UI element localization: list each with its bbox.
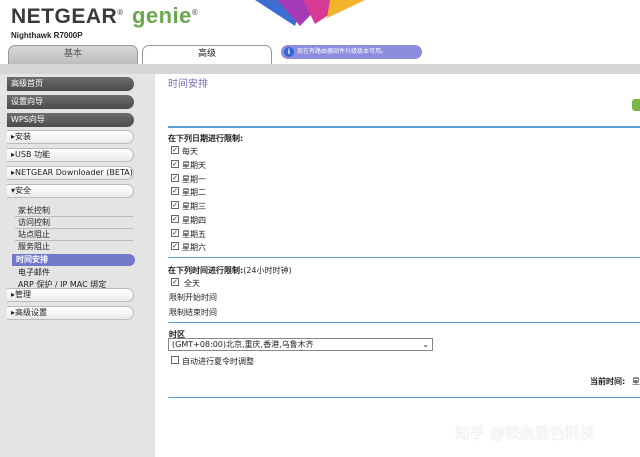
day-label-sunday: 星期天 (182, 161, 206, 170)
day-label-every-day: 每天 (182, 147, 198, 156)
day-label-friday: 星期五 (182, 230, 206, 239)
sidebar-item-downloader[interactable]: ▸NETGEAR Downloader (BETA) (7, 166, 134, 180)
time-heading: 在下列时间进行限制:(24小时时钟) (168, 266, 292, 275)
day-label-tuesday: 星期二 (182, 188, 206, 197)
sidebar-item-email[interactable]: 电子邮件 (18, 267, 50, 278)
days-heading: 在下列日期进行限制: (168, 134, 244, 143)
tab-band (0, 64, 640, 74)
all-day-label: 全天 (184, 279, 200, 288)
checkbox-saturday[interactable]: ✓ (171, 242, 179, 250)
checkbox-friday[interactable]: ✓ (171, 229, 179, 237)
current-time-value: 星 (632, 377, 640, 386)
day-label-wednesday: 星期三 (182, 202, 206, 211)
section-divider (168, 257, 640, 258)
section-divider (168, 126, 640, 128)
sidebar-item-usb[interactable]: ▸USB 功能 (7, 148, 134, 162)
checkbox-every-day[interactable]: ✓ (171, 146, 179, 154)
checkbox-all-day[interactable]: ✓ (171, 278, 179, 286)
current-time-label: 当前时间: (590, 377, 626, 386)
sidebar-item-wps-wizard[interactable]: WPS向导 (7, 113, 134, 127)
sidebar-item-block-sites[interactable]: 站点阻止 (18, 229, 50, 240)
sidebar-item-security[interactable]: ▾安全 (7, 184, 134, 198)
sidebar-item-access-control[interactable]: 访问控制 (18, 217, 50, 228)
tab-advanced[interactable]: 高级 (142, 45, 272, 64)
timezone-select[interactable]: (GMT+08:00)北京,重庆,香港,乌鲁木齐 ⌄ (168, 338, 433, 351)
genie-graphic-icon (255, 0, 365, 26)
sidebar-item-parental-control[interactable]: 家长控制 (18, 205, 50, 216)
day-label-thursday: 星期四 (182, 216, 206, 225)
day-label-saturday: 星期六 (182, 243, 206, 252)
sidebar-item-block-services[interactable]: 服务阻止 (18, 241, 50, 252)
netgear-genie-logo: NETGEAR® genie® (11, 3, 199, 28)
sidebar-item-management[interactable]: ▸管理 (7, 288, 134, 302)
apply-button[interactable] (632, 99, 640, 111)
sidebar: 高级首页 设置向导 WPS向导 ▸安装 ▸USB 功能 ▸NETGEAR Dow… (0, 74, 155, 457)
section-divider (168, 397, 640, 398)
day-label-monday: 星期一 (182, 175, 206, 184)
checkbox-wednesday[interactable]: ✓ (171, 201, 179, 209)
chevron-down-icon: ⌄ (422, 340, 429, 349)
sidebar-item-schedule[interactable]: 时间安排 (12, 254, 135, 266)
start-time-label: 限制开始时间 (169, 293, 217, 302)
sidebar-item-advanced-home[interactable]: 高级首页 (7, 77, 134, 91)
info-icon: i (284, 47, 294, 57)
checkbox-monday[interactable]: ✓ (171, 174, 179, 182)
tab-basic[interactable]: 基本 (8, 45, 138, 64)
sidebar-item-setup[interactable]: ▸安装 (7, 130, 134, 144)
page-title: 时间安排 (168, 79, 208, 90)
router-model: Nighthawk R7000P (11, 31, 83, 40)
watermark: 知乎 @铁血蓝色科技 (455, 424, 595, 442)
sidebar-item-advanced-setup[interactable]: ▸高级设置 (7, 306, 134, 320)
end-time-label: 限制结束时间 (169, 308, 217, 317)
checkbox-sunday[interactable]: ✓ (171, 160, 179, 168)
checkbox-dst[interactable] (171, 356, 179, 364)
checkbox-thursday[interactable]: ✓ (171, 215, 179, 223)
checkbox-tuesday[interactable]: ✓ (171, 187, 179, 195)
sidebar-item-setup-wizard[interactable]: 设置向导 (7, 95, 134, 109)
dst-label: 自动进行夏令时调整 (182, 357, 254, 366)
section-divider (168, 322, 640, 323)
firmware-update-notice[interactable]: i 现在有路由器固件升级版本可用。 (281, 45, 422, 59)
